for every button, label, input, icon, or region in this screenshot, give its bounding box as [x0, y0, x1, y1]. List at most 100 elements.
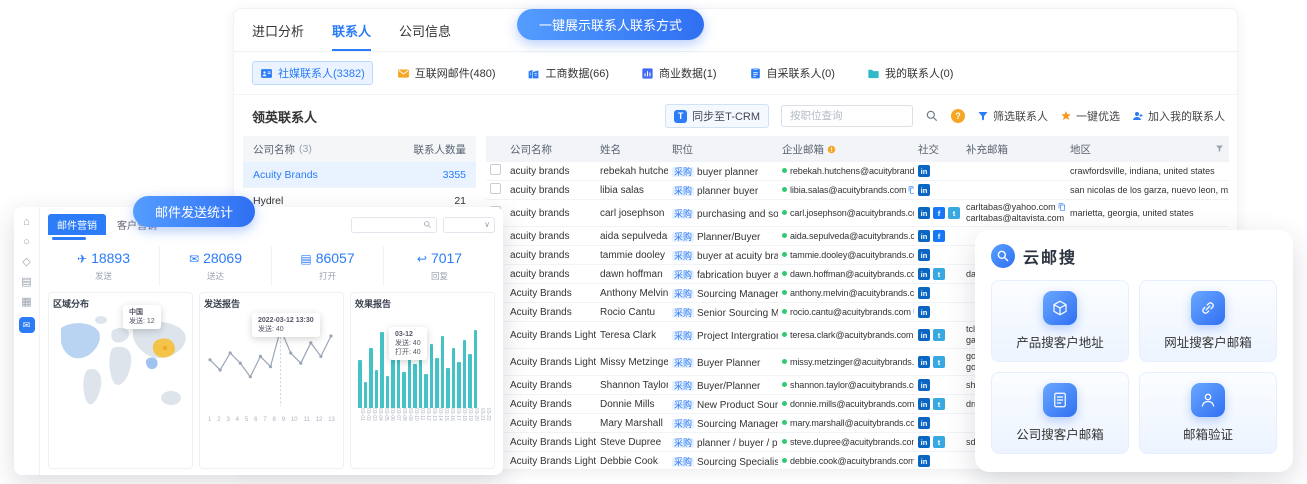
- linkedin-icon[interactable]: in: [918, 356, 930, 368]
- row-checkbox[interactable]: [490, 183, 501, 194]
- contact-email: donnie.mills@acuitybrands.com: [778, 395, 914, 414]
- bar: [463, 340, 467, 408]
- linkedin-icon[interactable]: in: [918, 379, 930, 391]
- contact-company: Acuity Brands: [506, 284, 596, 303]
- category-4[interactable]: 商业数据(1): [633, 61, 724, 85]
- contact-company: Acuity Brands Lighting: [506, 452, 596, 471]
- dashboard-icon[interactable]: ▦: [21, 297, 31, 308]
- contact-role: 采购planner buyer: [668, 181, 778, 200]
- contact-social: in: [914, 284, 962, 303]
- line-tooltip: 2022-03-12 13:30发送: 40: [252, 313, 320, 337]
- linkedin-icon[interactable]: in: [918, 230, 930, 242]
- linkedin-icon[interactable]: in: [918, 329, 930, 341]
- home-icon[interactable]: ⌂: [23, 217, 30, 228]
- twitter-icon[interactable]: t: [948, 207, 960, 219]
- role-tag: 采购: [672, 419, 694, 429]
- mail-icon[interactable]: ✉: [19, 317, 35, 333]
- status-dot: [782, 290, 787, 295]
- mail-stats-pill: 邮件发送统计: [133, 196, 255, 227]
- sync-tcrm-button[interactable]: T 同步至T-CRM: [665, 104, 769, 128]
- clock-icon[interactable]: ○: [23, 237, 30, 248]
- category-5[interactable]: 自采联系人(0): [741, 61, 843, 85]
- copy-icon[interactable]: [1058, 203, 1066, 211]
- linkedin-icon[interactable]: in: [918, 268, 930, 280]
- stat-发送: ✈18893发送: [48, 246, 160, 286]
- mail-icon: [397, 67, 410, 80]
- contact-company: Acuity Brands: [506, 395, 596, 414]
- status-dot: [782, 332, 787, 337]
- search-icon: [423, 220, 432, 229]
- copy-icon[interactable]: [908, 186, 914, 194]
- row-checkbox[interactable]: [490, 164, 501, 175]
- contact-row[interactable]: acuity brandsrebekah hutchens采购buyer pla…: [486, 162, 1229, 181]
- twitter-icon[interactable]: t: [933, 329, 945, 341]
- company-row[interactable]: Acuity Brands3355: [243, 162, 476, 188]
- contact-role: 采购Senior Sourcing Man: [668, 303, 778, 322]
- linkedin-icon[interactable]: in: [918, 249, 930, 261]
- panel-title: 效果报告: [355, 297, 490, 310]
- tile-product-search-address[interactable]: 产品搜客户地址: [991, 280, 1129, 362]
- doc-icon: ▤: [300, 252, 311, 266]
- copy-icon[interactable]: [913, 308, 914, 316]
- tile-url-search-email[interactable]: 网址搜客户邮箱: [1139, 280, 1277, 362]
- compass-icon[interactable]: ◇: [22, 257, 30, 268]
- contact-company: acuity brands: [506, 200, 596, 227]
- reply-icon: ↩: [417, 252, 427, 266]
- linkedin-icon[interactable]: in: [918, 417, 930, 429]
- mail-search-input[interactable]: [351, 217, 437, 233]
- contact-social: int: [914, 322, 962, 349]
- filter-contacts-button[interactable]: 筛选联系人: [977, 108, 1048, 124]
- contact-email: debbie.cook@acuitybrands.com: [778, 452, 914, 471]
- bar: [369, 348, 373, 408]
- linkedin-icon[interactable]: in: [918, 287, 930, 299]
- tab-company-info[interactable]: 公司信息: [399, 21, 451, 51]
- bar: [446, 368, 450, 408]
- section-row: 领英联系人 T 同步至T-CRM ? 筛选联系人 一键优选: [234, 95, 1237, 136]
- folder-icon: [867, 67, 880, 80]
- contacts-header-row: 公司名称 姓名 职位 企业邮箱 社交 补充邮箱 地区: [486, 136, 1229, 162]
- mail-tabs: 邮件营销 客户营销 ∨: [48, 214, 495, 235]
- role-tag: 采购: [672, 438, 694, 448]
- twitter-icon[interactable]: t: [933, 268, 945, 280]
- region-filter-icon[interactable]: [1215, 144, 1224, 153]
- twitter-icon[interactable]: t: [933, 356, 945, 368]
- category-1[interactable]: 社媒联系人(3382): [252, 61, 373, 85]
- tile-company-search-email[interactable]: 公司搜客户邮箱: [991, 372, 1129, 454]
- linkedin-icon[interactable]: in: [918, 436, 930, 448]
- linkedin-icon[interactable]: in: [918, 398, 930, 410]
- linkedin-icon[interactable]: in: [918, 184, 930, 196]
- facebook-icon[interactable]: f: [933, 230, 945, 242]
- twitter-icon[interactable]: t: [933, 398, 945, 410]
- contact-row[interactable]: acuity brandscarl josephson采购purchasing …: [486, 200, 1229, 227]
- section-title: 领英联系人: [252, 107, 317, 126]
- twitter-icon[interactable]: t: [933, 436, 945, 448]
- category-2[interactable]: 互联网邮件(480): [389, 61, 504, 85]
- contact-company: acuity brands: [506, 246, 596, 265]
- facebook-icon[interactable]: f: [933, 207, 945, 219]
- one-key-select-button[interactable]: 一键优选: [1060, 108, 1120, 124]
- social-header: 社交: [914, 136, 962, 162]
- category-6[interactable]: 我的联系人(0): [859, 61, 961, 85]
- report-icon[interactable]: ▤: [21, 277, 31, 288]
- linkedin-icon[interactable]: in: [918, 165, 930, 177]
- tile-email-verify[interactable]: 邮箱验证: [1139, 372, 1277, 454]
- tab-import-analysis[interactable]: 进口分析: [252, 21, 304, 51]
- add-to-my-contacts-button[interactable]: 加入我的联系人: [1132, 108, 1225, 124]
- checkbox-header: [486, 136, 506, 162]
- tab-contacts[interactable]: 联系人: [332, 21, 371, 51]
- linkedin-icon[interactable]: in: [918, 306, 930, 318]
- linkedin-icon[interactable]: in: [918, 455, 930, 467]
- mail-tab-marketing[interactable]: 邮件营销: [48, 214, 106, 235]
- contact-email: aida.sepulveda@acuitybrands.com: [778, 227, 914, 246]
- linkedin-icon[interactable]: in: [918, 207, 930, 219]
- category-3[interactable]: 工商数据(66): [519, 61, 617, 85]
- contact-row[interactable]: acuity brandslibia salas采购planner buyerl…: [486, 181, 1229, 200]
- contact-social: int: [914, 433, 962, 452]
- role-tag: 采购: [672, 289, 694, 299]
- position-search-input[interactable]: [781, 105, 913, 127]
- status-dot: [782, 187, 787, 192]
- help-icon[interactable]: ?: [951, 109, 965, 123]
- search-icon[interactable]: [925, 109, 939, 123]
- mail-type-select[interactable]: ∨: [443, 217, 495, 233]
- mail-panels: 区域分布 中国发送: 12: [48, 292, 495, 469]
